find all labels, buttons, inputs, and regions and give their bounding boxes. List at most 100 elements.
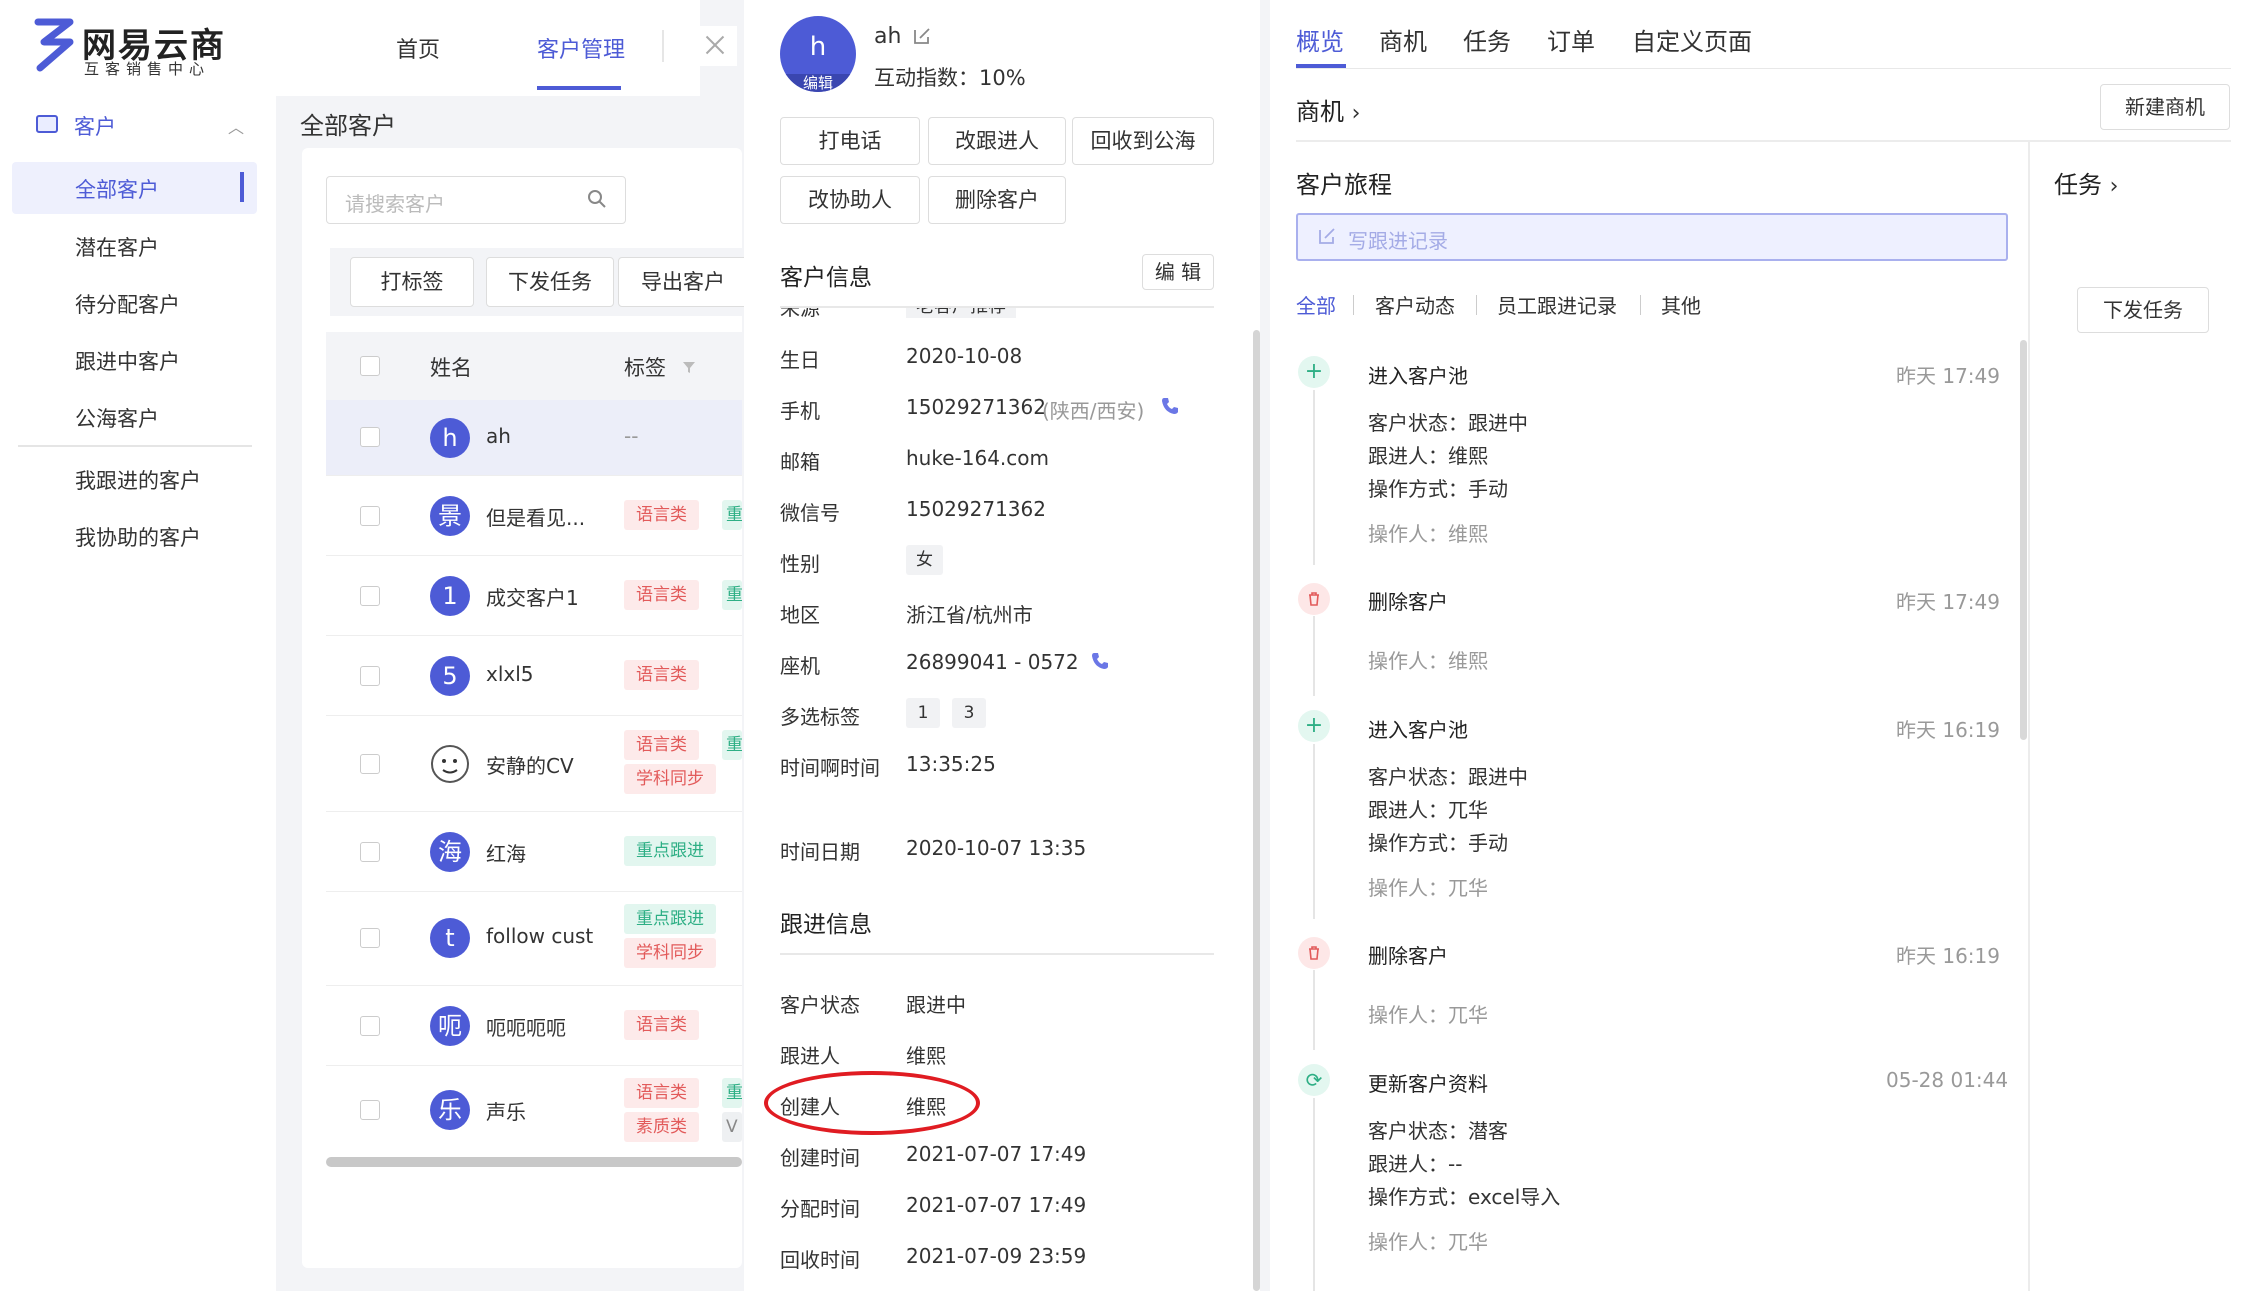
filter-all[interactable]: 全部 xyxy=(1296,290,1336,319)
phone-icon[interactable] xyxy=(1160,396,1180,416)
filter-customer-dynamics[interactable]: 客户动态 xyxy=(1375,290,1455,319)
customer-name[interactable]: 呃呃呃呃 xyxy=(486,1012,566,1041)
sidebar-item-potential[interactable]: 潜在客户 xyxy=(75,232,159,262)
sidebar-item-following[interactable]: 跟进中客户 xyxy=(75,346,180,376)
column-tags[interactable]: 标签 xyxy=(624,352,666,382)
filter-other[interactable]: 其他 xyxy=(1661,290,1701,319)
sidebar-item-my-following[interactable]: 我跟进的客户 xyxy=(75,465,201,495)
table-row[interactable]: 5 xlxl5 语言类 xyxy=(326,636,742,716)
tag: 语言类 xyxy=(624,1010,699,1040)
row-checkbox[interactable] xyxy=(360,842,380,862)
event-detail: 跟进人：-- xyxy=(1368,1152,1463,1176)
search-input[interactable]: 请搜索客户 xyxy=(326,176,626,224)
source-label: 来源 xyxy=(780,308,820,318)
nav-active-indicator xyxy=(537,86,621,90)
change-owner-button[interactable]: 改跟进人 xyxy=(928,117,1066,165)
refresh-icon: ⟳ xyxy=(1298,1064,1330,1096)
customer-name[interactable]: 但是看见... xyxy=(486,502,585,531)
issue-task-button[interactable]: 下发任务 xyxy=(486,257,614,307)
search-icon[interactable] xyxy=(587,189,607,209)
event-title: 进入客户池 xyxy=(1368,364,1468,388)
row-checkbox[interactable] xyxy=(360,1016,380,1036)
landline-value: 26899041 - 0572 xyxy=(906,650,1079,674)
tab-order[interactable]: 订单 xyxy=(1547,22,1595,57)
row-checkbox[interactable] xyxy=(360,586,380,606)
customer-name[interactable]: ah xyxy=(486,424,511,448)
gender-label: 性别 xyxy=(780,552,820,576)
timeline-scrollbar[interactable] xyxy=(2020,340,2027,740)
chevron-up-icon[interactable]: ︿ xyxy=(228,114,244,138)
horizontal-scrollbar[interactable] xyxy=(326,1157,742,1167)
customer-name[interactable]: xlxl5 xyxy=(486,662,534,686)
delete-customer-button[interactable]: 删除客户 xyxy=(928,176,1066,224)
sidebar-item-pending-assign[interactable]: 待分配客户 xyxy=(75,289,180,319)
phone-icon[interactable] xyxy=(1090,651,1110,671)
tag: 重 xyxy=(722,1078,742,1108)
sidebar-item-all-customers[interactable]: 全部客户 xyxy=(75,174,159,204)
table-row[interactable]: 乐 声乐 语言类 素质类 重 V xyxy=(326,1066,742,1156)
row-checkbox[interactable] xyxy=(360,928,380,948)
sidebar-section-customer[interactable]: 客户 xyxy=(74,111,116,141)
table-row[interactable]: 海 红海 重点跟进 xyxy=(326,812,742,892)
nav-customer-management[interactable]: 客户管理 xyxy=(537,32,625,64)
row-checkbox[interactable] xyxy=(360,1100,380,1120)
customer-name[interactable]: 声乐 xyxy=(486,1096,526,1125)
created-time-value: 2021-07-07 17:49 xyxy=(906,1142,1087,1166)
customer-avatar[interactable]: h 编辑 xyxy=(780,16,856,92)
tag-button[interactable]: 打标签 xyxy=(350,257,474,307)
issue-task-side-button[interactable]: 下发任务 xyxy=(2077,287,2209,333)
gender-value: 女 xyxy=(906,545,943,575)
edit-icon[interactable] xyxy=(912,26,932,46)
avatar: h xyxy=(430,418,470,458)
datetime-label: 时间日期 xyxy=(780,840,860,864)
tag: 重 xyxy=(722,500,742,530)
sidebar-item-my-assisting[interactable]: 我协助的客户 xyxy=(75,522,201,552)
change-assistant-button[interactable]: 改协助人 xyxy=(780,176,920,224)
select-all-checkbox[interactable] xyxy=(360,356,380,376)
customer-name-title: ah xyxy=(874,24,902,49)
table-row[interactable]: t follow cust 重点跟进 学科同步 xyxy=(326,892,742,986)
recycled-time-value: 2021-07-09 23:59 xyxy=(906,1244,1087,1268)
tab-overview[interactable]: 概览 xyxy=(1296,22,1344,57)
logo-icon xyxy=(34,18,74,72)
drawer-scrollbar[interactable] xyxy=(1253,330,1260,1291)
event-title: 进入客户池 xyxy=(1368,718,1468,742)
edit-info-button[interactable]: 编 辑 xyxy=(1142,254,1214,290)
opportunity-section-link[interactable]: 商机 › xyxy=(1296,92,1360,127)
tab-opportunity[interactable]: 商机 xyxy=(1379,22,1427,57)
export-button[interactable]: 导出客户 xyxy=(618,257,748,307)
table-row[interactable]: 景 但是看见... 语言类 重 xyxy=(326,476,742,556)
sidebar-item-public-pool[interactable]: 公海客户 xyxy=(75,403,159,433)
customer-name[interactable]: 红海 xyxy=(486,838,526,867)
write-follow-record-button[interactable]: 写跟进记录 xyxy=(1296,213,2008,261)
row-checkbox[interactable] xyxy=(360,427,380,447)
customer-name[interactable]: 安静的CV xyxy=(486,750,574,779)
event-detail: 客户状态：潜客 xyxy=(1368,1119,1508,1143)
row-checkbox[interactable] xyxy=(360,754,380,774)
table-row[interactable]: 呃 呃呃呃呃 语言类 xyxy=(326,986,742,1066)
tag: 学科同步 xyxy=(624,938,716,968)
filter-icon[interactable] xyxy=(682,360,696,374)
row-checkbox[interactable] xyxy=(360,506,380,526)
customer-name[interactable]: 成交客户1 xyxy=(486,582,579,611)
avatar-edit-label[interactable]: 编辑 xyxy=(780,74,856,92)
row-checkbox[interactable] xyxy=(360,666,380,686)
sidebar-active-bar xyxy=(240,172,244,202)
call-button[interactable]: 打电话 xyxy=(780,117,920,165)
table-row[interactable]: h ah -- xyxy=(326,400,742,476)
tab-task[interactable]: 任务 xyxy=(1463,22,1511,57)
new-opportunity-button[interactable]: 新建商机 xyxy=(2100,84,2230,130)
logo: 网易云商 互客销售中心 xyxy=(30,16,230,78)
tab-custom-page[interactable]: 自定义页面 xyxy=(1632,22,1752,57)
column-name[interactable]: 姓名 xyxy=(430,352,472,382)
customer-name[interactable]: follow cust xyxy=(486,924,593,948)
task-section-link[interactable]: 任务 › xyxy=(2054,165,2118,200)
close-icon[interactable] xyxy=(697,26,737,66)
nav-home[interactable]: 首页 xyxy=(396,32,440,64)
recycle-to-pool-button[interactable]: 回收到公海 xyxy=(1072,117,1214,165)
table-row[interactable]: 1 成交客户1 语言类 重 xyxy=(326,556,742,636)
table-header: 姓名 标签 xyxy=(326,332,742,400)
filter-staff-records[interactable]: 员工跟进记录 xyxy=(1497,290,1617,319)
status-value: 跟进中 xyxy=(906,993,966,1017)
table-row[interactable]: 安静的CV 语言类 学科同步 重 xyxy=(326,716,742,812)
